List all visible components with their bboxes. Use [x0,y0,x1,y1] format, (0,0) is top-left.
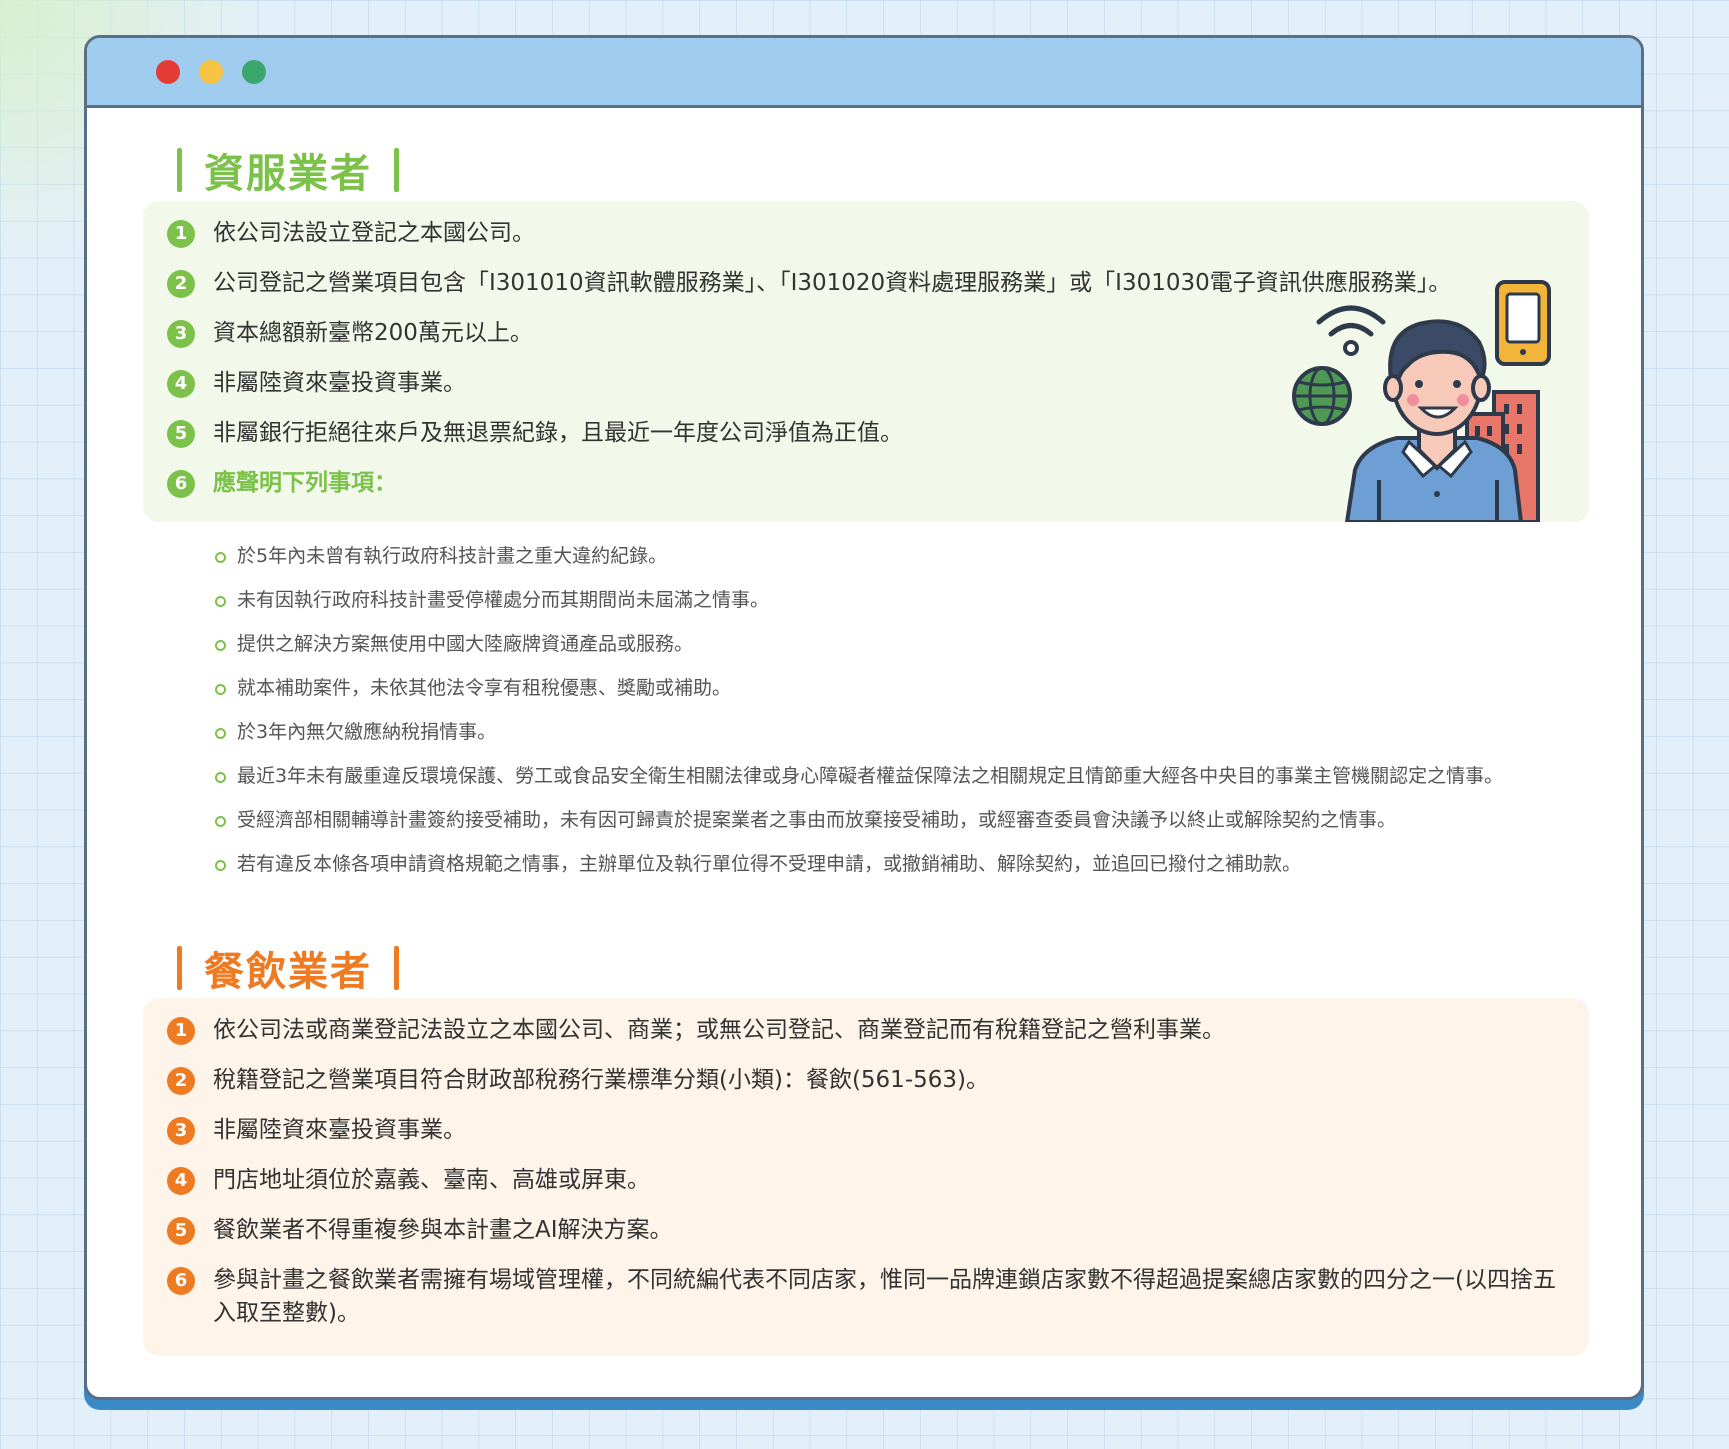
list-item: 3 非屬陸資來臺投資事業。 [167,1114,1567,1147]
list-item: 1 依公司法設立登記之本國公司。 [167,217,1567,250]
declaration-item: 於3年內無欠繳應納稅捐情事。 [215,714,1515,750]
item-text: 公司登記之營業項目包含「I301010資訊軟體服務業」、「I301020資料處理… [213,270,1452,296]
maximize-window-button[interactable] [242,60,266,84]
number-badge: 2 [167,1067,195,1095]
item-text: 資本總額新臺幣200萬元以上。 [213,320,533,346]
declaration-item: 提供之解決方案無使用中國大陸廠牌資通產品或服務。 [215,626,1515,662]
number-badge: 6 [167,1267,195,1295]
number-badge: 3 [167,320,195,348]
list-item: 1 依公司法或商業登記法設立之本國公司、商業；或無公司登記、商業登記而有稅籍登記之… [167,1014,1567,1047]
number-badge: 1 [167,220,195,248]
food-requirements-panel: 1 依公司法或商業登記法設立之本國公司、商業；或無公司登記、商業登記而有稅籍登記之… [143,998,1589,1356]
number-badge: 2 [167,270,195,298]
item-text: 門店地址須位於嘉義、臺南、高雄或屏東。 [213,1167,650,1193]
item-text: 非屬陸資來臺投資事業。 [213,370,466,396]
declaration-item: 未有因執行政府科技計畫受停權處分而其期間尚未屆滿之情事。 [215,582,1515,618]
it-section-heading: 資服業者 [177,148,399,197]
number-badge: 5 [167,1217,195,1245]
person-with-wifi-globe-phone-icon [1292,280,1551,522]
browser-window: 資服業者 1 依公司法設立登記之本國公司。 2 公司登記之營業項目包含「I30101… [84,35,1644,1400]
item-text: 稅籍登記之營業項目符合財政部稅務行業標準分類(小類)：餐飲(561-563)。 [213,1067,989,1093]
list-item: 6 參與計畫之餐飲業者需擁有場域管理權，不同統編代表不同店家，惟同一品牌連鎖店家數… [167,1264,1567,1330]
number-badge: 6 [167,470,195,498]
item-text: 非屬陸資來臺投資事業。 [213,1117,466,1143]
number-badge: 4 [167,370,195,398]
number-badge: 4 [167,1167,195,1195]
item-text: 非屬銀行拒絕往來戶及無退票紀錄，且最近一年度公司淨值為正值。 [213,420,903,446]
food-section-title: 餐飲業者 [204,949,372,995]
list-item: 4 門店地址須位於嘉義、臺南、高雄或屏東。 [167,1164,1567,1197]
window-titlebar [87,38,1641,108]
number-badge: 3 [167,1117,195,1145]
list-item: 5 餐飲業者不得重複參與本計畫之AI解決方案。 [167,1214,1567,1247]
declaration-item: 若有違反本條各項申請資格規範之情事，主辦單位及執行單位得不受理申請，或撤銷補助、… [215,846,1515,882]
declaration-list: 於5年內未曾有執行政府科技計畫之重大違約紀錄。 未有因執行政府科技計畫受停權處分… [215,538,1515,890]
declaration-item: 於5年內未曾有執行政府科技計畫之重大違約紀錄。 [215,538,1515,574]
item-text: 參與計畫之餐飲業者需擁有場域管理權，不同統編代表不同店家，惟同一品牌連鎖店家數不… [213,1267,1556,1326]
heading-bar-left [177,148,182,192]
heading-bar-left [177,946,182,990]
list-item: 2 稅籍登記之營業項目符合財政部稅務行業標準分類(小類)：餐飲(561-563)。 [167,1064,1567,1097]
heading-bar-right [394,148,399,192]
declaration-item: 最近3年未有嚴重違反環境保護、勞工或食品安全衛生相關法律或身心障礙者權益保障法之… [215,758,1515,794]
food-requirements-list: 1 依公司法或商業登記法設立之本國公司、商業；或無公司登記、商業登記而有稅籍登記之… [167,1014,1567,1347]
number-badge: 1 [167,1017,195,1045]
item-text: 依公司法設立登記之本國公司。 [213,220,535,246]
minimize-window-button[interactable] [199,60,223,84]
item-text: 依公司法或商業登記法設立之本國公司、商業；或無公司登記、商業登記而有稅籍登記之營… [213,1017,1225,1043]
it-requirements-panel: 1 依公司法設立登記之本國公司。 2 公司登記之營業項目包含「I301010資訊軟體… [143,201,1589,522]
item-text: 餐飲業者不得重複參與本計畫之AI解決方案。 [213,1217,673,1243]
close-window-button[interactable] [156,60,180,84]
declaration-item: 受經濟部相關輔導計畫簽約接受補助，未有因可歸責於提案業者之事由而放棄接受補助，或… [215,802,1515,838]
food-section-heading: 餐飲業者 [177,946,399,995]
declaration-item: 就本補助案件，未依其他法令享有租稅優惠、獎勵或補助。 [215,670,1515,706]
number-badge: 5 [167,420,195,448]
it-section-title: 資服業者 [204,151,372,197]
item-text: 應聲明下列事項： [213,470,397,496]
heading-bar-right [394,946,399,990]
